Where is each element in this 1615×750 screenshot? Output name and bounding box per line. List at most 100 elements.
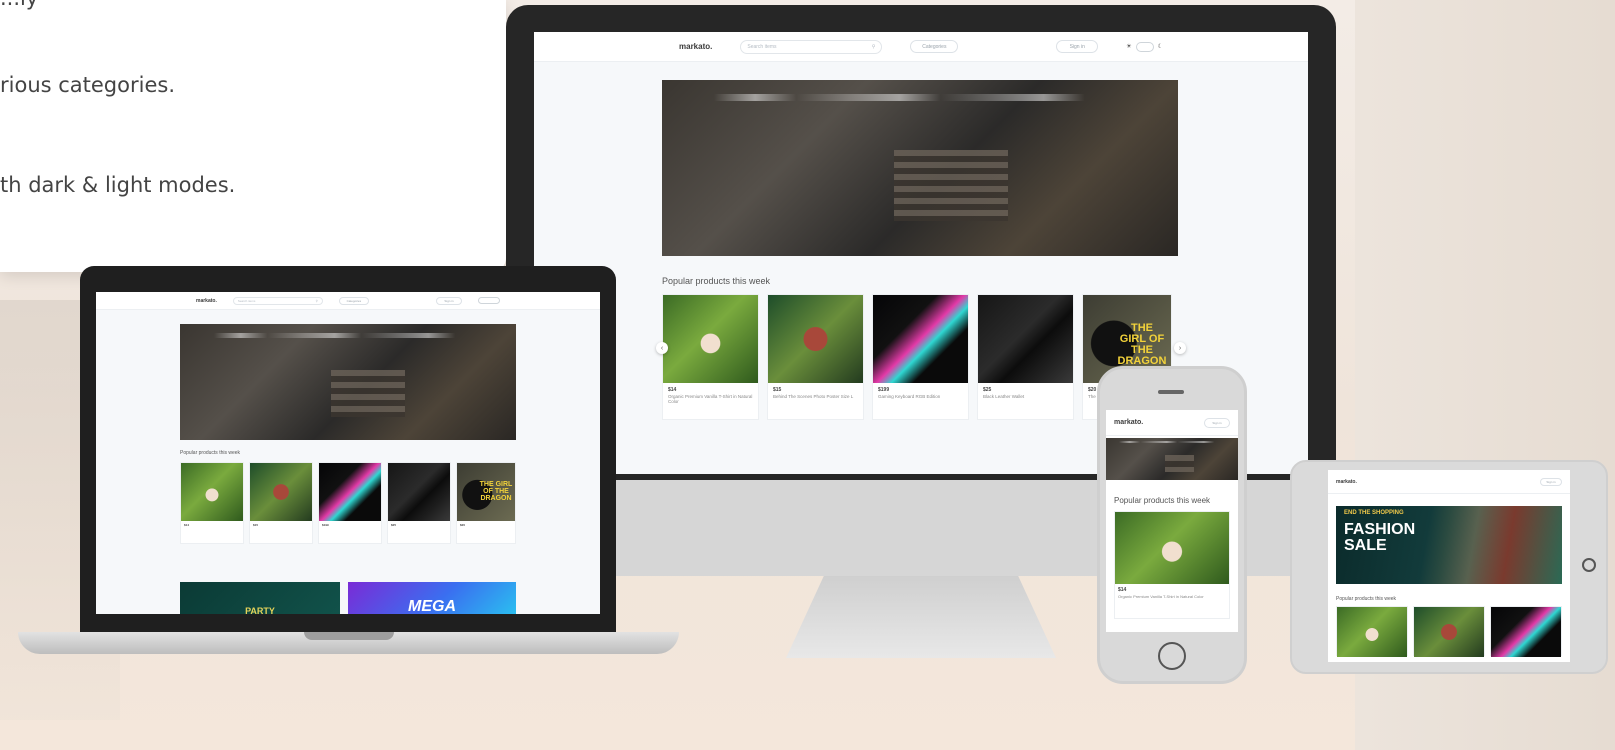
tablet-home-button[interactable] xyxy=(1582,558,1596,572)
site-navbar: markato. Sign in xyxy=(1106,410,1238,436)
book-cover-title: THE GIRL OF THE DRAGON xyxy=(1117,322,1167,367)
banner-kicker: END THE SHOPPING xyxy=(1344,510,1404,516)
search-placeholder: Search items xyxy=(747,43,777,50)
product-price: $15 xyxy=(253,523,259,527)
signin-button[interactable]: Sign in xyxy=(1056,40,1099,53)
product-price: $25 xyxy=(391,523,397,527)
product-image xyxy=(663,295,758,383)
categories-label: Categories xyxy=(922,43,947,50)
product-price: $199 xyxy=(322,523,329,527)
product-card[interactable]: $15 Behind The Scenes Photo Poster Size … xyxy=(767,294,864,420)
product-card[interactable]: $199 Gaming Keyboard RGB Edition xyxy=(872,294,969,420)
product-image xyxy=(768,295,863,383)
product-card[interactable]: $14 Organic Premium Vanilla T-Shirt in N… xyxy=(662,294,759,420)
search-icon[interactable]: ⚲ xyxy=(316,299,318,303)
section-title: Popular products this week xyxy=(1114,496,1211,505)
product-card[interactable] xyxy=(1336,606,1408,657)
tablet-screen: markato. Sign in END THE SHOPPING FASHIO… xyxy=(1328,470,1570,662)
promo-banner-mega[interactable]: MEGA xyxy=(348,582,516,614)
product-price: $14 xyxy=(668,387,677,393)
categories-button[interactable]: Categories xyxy=(910,40,959,53)
site-logo[interactable]: markato. xyxy=(1336,479,1357,485)
search-icon[interactable]: ⚲ xyxy=(872,44,876,50)
laptop-notch xyxy=(304,632,394,640)
product-image xyxy=(978,295,1073,383)
product-card[interactable]: THE GIRL OF THE DRAGON $20 xyxy=(456,462,516,544)
site-navbar: markato. Search items ⚲ Categories Sign … xyxy=(96,292,600,310)
signin-button[interactable]: Sign in xyxy=(1540,477,1562,486)
categories-button[interactable]: Categories xyxy=(338,296,369,305)
feature-line-partial: ...ly xyxy=(0,0,340,10)
book-cover-title: THE GIRL OF THE DRAGON xyxy=(479,481,513,502)
section-title: Popular products this week xyxy=(1336,596,1397,602)
product-card[interactable]: $14 xyxy=(180,462,244,544)
product-image xyxy=(873,295,968,383)
laptop-screen: markato. Search items ⚲ Categories Sign … xyxy=(96,292,600,614)
site-logo[interactable]: markato. xyxy=(1114,419,1143,426)
hero-banner[interactable] xyxy=(662,80,1178,256)
product-price: $199 xyxy=(878,387,890,393)
promo-banner-party[interactable]: PARTY xyxy=(180,582,340,614)
product-image xyxy=(388,463,450,521)
monitor-stand xyxy=(786,576,1056,658)
site-navbar: markato. Search items ⚲ Categories Sign … xyxy=(534,32,1308,62)
product-desc: Black Leather Wallet xyxy=(983,394,1025,399)
product-card[interactable]: $15 xyxy=(249,462,313,544)
product-card[interactable]: $14 Organic Premium Vanilla T-Shirt in N… xyxy=(1114,511,1230,619)
product-image xyxy=(250,463,312,521)
categories-label: Categories xyxy=(346,298,362,303)
product-carousel: $14 $15 $199 $25 THE GIRL OF THE DRAGON $… xyxy=(180,462,516,544)
product-desc: Behind The Scenes Photo Poster Size L xyxy=(773,394,854,399)
product-image xyxy=(319,463,381,521)
product-card[interactable]: $25 Black Leather Wallet xyxy=(977,294,1074,420)
promo-party-label: PARTY xyxy=(245,606,275,614)
product-card[interactable]: $25 xyxy=(387,462,451,544)
theme-toggle[interactable] xyxy=(478,297,500,304)
sun-icon: ☀ xyxy=(1126,44,1132,50)
moon-icon: ☾ xyxy=(1157,44,1163,50)
hero-banner[interactable] xyxy=(1106,438,1238,480)
carousel-prev-button[interactable]: ‹ xyxy=(656,342,668,354)
signin-button[interactable]: Sign in xyxy=(1204,417,1230,428)
product-desc: Gaming Keyboard RGB Edition xyxy=(878,394,941,399)
product-price: $15 xyxy=(773,387,782,393)
phone-speaker xyxy=(1158,390,1184,394)
product-image xyxy=(1115,512,1229,584)
product-card[interactable]: $199 xyxy=(318,462,382,544)
product-image xyxy=(1414,607,1484,657)
search-input[interactable]: Search items ⚲ xyxy=(740,39,883,54)
feature-line-modes: th dark & light modes. xyxy=(0,173,236,197)
product-card[interactable] xyxy=(1413,606,1485,657)
product-desc: Organic Premium Vanilla T-Shirt in Natur… xyxy=(668,394,753,404)
product-image: THE GIRL OF THE DRAGON xyxy=(457,463,515,521)
product-image xyxy=(181,463,243,521)
promo-banner-fashion[interactable]: END THE SHOPPING FASHION SALE xyxy=(1336,506,1562,584)
banner-headline: FASHION SALE xyxy=(1344,521,1416,554)
product-card[interactable] xyxy=(1490,606,1562,657)
product-desc: Organic Premium Vanilla T-Shirt in Natur… xyxy=(1118,594,1204,599)
search-input[interactable]: Search items ⚲ xyxy=(232,296,323,305)
chevron-right-icon: › xyxy=(1178,344,1182,352)
phone-screen: markato. Sign in Popular products this w… xyxy=(1106,410,1238,632)
search-placeholder: Search items xyxy=(237,298,256,303)
product-price: $25 xyxy=(983,387,992,393)
feature-text-card: ...ly rious categories. th dark & light … xyxy=(0,0,506,272)
hero-banner[interactable] xyxy=(180,324,516,440)
product-carousel xyxy=(1328,606,1570,657)
site-logo[interactable]: markato. xyxy=(196,298,217,304)
product-price: $14 xyxy=(184,523,190,527)
signin-label: Sign in xyxy=(1546,479,1556,484)
carousel-next-button[interactable]: › xyxy=(1174,342,1186,354)
theme-switch[interactable]: ☀ ☾ xyxy=(1126,41,1163,52)
signin-label: Sign in xyxy=(1069,43,1085,50)
product-carousel: $14 Organic Premium Vanilla T-Shirt in N… xyxy=(662,294,1172,420)
promo-mega-label: MEGA xyxy=(408,598,456,614)
phone-home-button[interactable] xyxy=(1158,642,1186,670)
site-logo[interactable]: markato. xyxy=(679,42,712,51)
section-title: Popular products this week xyxy=(180,450,241,456)
section-title: Popular products this week xyxy=(662,276,771,286)
product-image xyxy=(1337,607,1407,657)
site-navbar: markato. Sign in xyxy=(1328,470,1570,494)
signin-button[interactable]: Sign in xyxy=(436,296,462,305)
theme-toggle[interactable] xyxy=(1135,41,1154,52)
